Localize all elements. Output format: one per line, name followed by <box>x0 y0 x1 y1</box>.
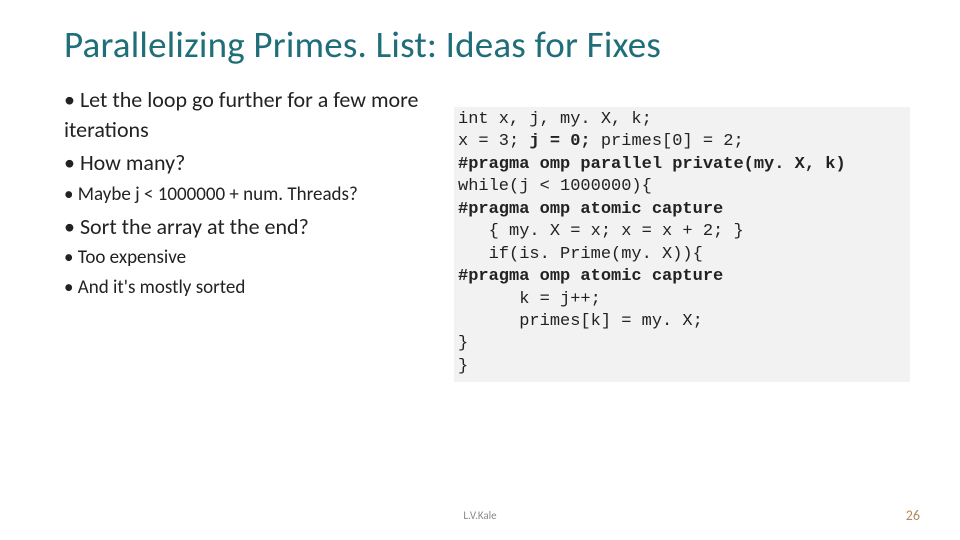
bullet-column: Let the loop go further for a few more i… <box>64 85 454 305</box>
bullet-1: Let the loop go further for a few more i… <box>64 85 454 144</box>
code-line: if(is. Prime(my. X)){ <box>458 245 703 264</box>
code-line: } <box>458 334 468 353</box>
code-line: int x, j, my. X, k; <box>458 110 652 129</box>
code-line: primes[0] = 2; <box>591 132 744 151</box>
code-keyword: j = 0; <box>529 132 590 151</box>
slide-title: Parallelizing Primes. List: Ideas for Fi… <box>64 22 910 67</box>
code-line: primes[k] = my. X; <box>458 312 703 331</box>
code-block: int x, j, my. X, k; x = 3; j = 0; primes… <box>454 107 910 382</box>
code-pragma: #pragma omp atomic capture <box>458 200 723 219</box>
code-line: k = j++; <box>458 290 601 309</box>
code-pragma: #pragma omp parallel private(my. X, k) <box>458 155 846 174</box>
footer-author: L.V.Kale <box>0 509 960 522</box>
bullet-3-sub-1: Too expensive <box>64 245 454 271</box>
slide: Parallelizing Primes. List: Ideas for Fi… <box>0 0 960 540</box>
bullet-2-sub-1: Maybe j < 1000000 + num. Threads? <box>64 182 454 208</box>
bullet-3-sub-2: And it's mostly sorted <box>64 275 454 301</box>
bullet-2: How many? <box>64 148 454 178</box>
code-line: x = 3; <box>458 132 529 151</box>
code-line: { my. X = x; x = x + 2; } <box>458 222 744 241</box>
footer-page-number: 26 <box>906 507 920 524</box>
bullet-3: Sort the array at the end? <box>64 212 454 242</box>
code-pragma: #pragma omp atomic capture <box>458 267 723 286</box>
code-line: while(j < 1000000){ <box>458 177 652 196</box>
code-line: } <box>458 357 468 376</box>
slide-body: Let the loop go further for a few more i… <box>64 85 910 382</box>
